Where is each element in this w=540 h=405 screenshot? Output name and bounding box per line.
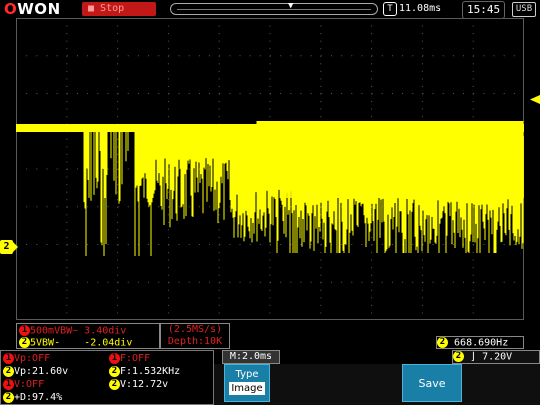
type-value: Image bbox=[229, 382, 265, 395]
ch2-icon: 2 bbox=[3, 391, 14, 403]
acquisition-info: (2.5MS/s) Depth:10K bbox=[160, 323, 230, 349]
ch2-scale: 2 5VBW- -2.04div bbox=[19, 337, 132, 349]
ch2-icon: 2 bbox=[3, 365, 14, 377]
top-status-bar: OWON ■ Stop ▼ T 11.08ms 15:45 USB bbox=[0, 0, 540, 19]
run-stop-status[interactable]: ■ Stop bbox=[82, 2, 156, 16]
ch2-waveform-trace bbox=[16, 121, 524, 256]
trace-dense-band bbox=[286, 136, 524, 198]
stop-icon: ■ bbox=[88, 3, 101, 14]
memory-depth: Depth:10K bbox=[167, 336, 223, 347]
ch1-icon: 1 bbox=[3, 352, 14, 364]
save-button[interactable]: Save bbox=[402, 364, 462, 402]
clock: 15:45 bbox=[462, 1, 506, 19]
trigger-position-marker-icon: ▼ bbox=[288, 1, 294, 11]
usb-icon: USB bbox=[512, 2, 536, 17]
rising-edge-icon: ⌋ bbox=[470, 351, 477, 363]
trigger-bar-line bbox=[177, 9, 371, 10]
measurement-panel: 1 Vp:OFF 1 F:OFF 2 Vp:21.60v 2 F:1.532KHz 1V… bbox=[0, 350, 214, 405]
ch2-icon: 2 bbox=[109, 378, 120, 390]
trigger-t-icon: T bbox=[383, 2, 397, 16]
owon-logo: OWON bbox=[4, 0, 61, 18]
measure-ch1-vp: 1 Vp:OFF bbox=[3, 352, 50, 365]
trigger-time-offset: T 11.08ms bbox=[383, 1, 441, 17]
ch1-scale: 1 500mVBW~ 3.40div bbox=[19, 325, 126, 337]
ch2-icon: 2 bbox=[453, 351, 464, 362]
measure-ch2-vp: 2 Vp:21.60v bbox=[3, 365, 68, 378]
ch1-icon: 1 bbox=[19, 325, 30, 336]
channel-scale-box: 1 500mVBW~ 3.40div 2 5VBW- -2.04div bbox=[16, 323, 160, 349]
measure-ch2-duty: 2 +D:97.4% bbox=[3, 391, 62, 404]
trace-top-band bbox=[16, 124, 524, 132]
ch2-level-marker[interactable]: 2 bbox=[0, 240, 18, 254]
measure-ch2-v: 2 V:12.72v bbox=[109, 378, 168, 391]
type-softkey[interactable]: Type Image bbox=[224, 364, 270, 402]
waveform-display[interactable] bbox=[16, 18, 524, 320]
timebase[interactable]: M:2.0ms bbox=[222, 350, 280, 364]
trigger-level[interactable]: 2 ⌋ 7.20V bbox=[452, 350, 540, 364]
sample-rate: (2.5MS/s) bbox=[167, 324, 223, 335]
frequency-counter: 2 668.690Hz bbox=[436, 336, 524, 349]
ch1-icon: 1 bbox=[3, 378, 14, 390]
ch2-icon: 2 bbox=[19, 337, 30, 348]
trigger-level-marker-icon[interactable] bbox=[526, 95, 540, 104]
ch1-icon: 1 bbox=[109, 352, 120, 364]
measure-ch1-freq: 1 F:OFF bbox=[109, 352, 150, 365]
trigger-position-bar[interactable]: ▼ bbox=[170, 1, 378, 15]
ch2-icon: 2 bbox=[109, 365, 120, 377]
measure-ch2-freq: 2 F:1.532KHz bbox=[109, 365, 180, 378]
ch2-icon: 2 bbox=[437, 337, 448, 348]
measure-ch1-v: 1 V:OFF bbox=[3, 378, 44, 391]
